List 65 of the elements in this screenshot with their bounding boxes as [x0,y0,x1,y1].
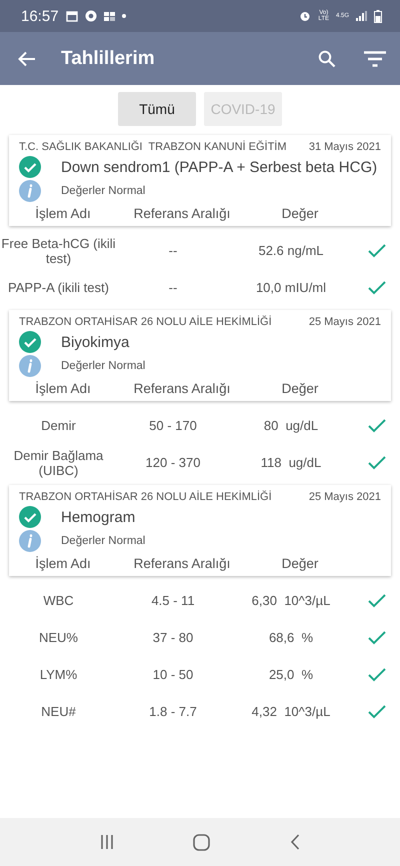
reference-range: -- [168,280,178,295]
signal-icon [356,11,367,21]
test-date: 31 Mayıs 2021 [308,141,381,153]
test-name: Free Beta-hCG (ikili test) [0,236,117,266]
column-header: İşlem Adı [34,556,92,571]
status-text: Değerler Normal [61,360,146,372]
filter-tab[interactable]: Tümü [118,92,196,126]
institution-name: TRABZON ORTAHİSAR 26 NOLU AİLE HEKİMLİĞİ [19,491,272,503]
test-card[interactable]: T.C. SAĞLIK BAKANLIĞI TRABZON KANUNİ EĞİTİM 31 Mayıs 2021 Down sendrom1 (PAPP-A + Serbest beta HCG) Değerler Normal İşlem Adı Referans Aralığı Değer [9,135,391,226]
test-title: Biyokimya [61,334,130,350]
test-name: Demir [40,418,77,433]
column-header: Değer [280,381,320,396]
test-name: Demir Bağlama (UIBC) [12,448,104,478]
battery-icon [374,10,382,22]
test-date: 25 Mayıs 2021 [308,316,381,328]
reference-range: 37 - 80 [152,630,194,645]
institution-name: T.C. SAĞLIK BAKANLIĞI TRABZON KANUNİ EĞİTİM [19,141,287,153]
reference-range: 10 - 50 [152,667,194,682]
filter-button[interactable] [364,50,386,66]
column-header: Değer [280,556,320,571]
home-button[interactable] [193,834,210,850]
test-name: NEU% [38,630,79,645]
alarm-icon [299,10,312,22]
page-title: Tahlillerim [61,48,156,70]
column-header: Referans Aralığı [132,381,232,396]
test-name: PAPP-A (ikili test) [7,280,110,295]
reference-range: 4.5 - 11 [150,593,196,608]
test-title: Hemogram [61,508,136,526]
test-value: 6,30 10^3/µL [250,593,332,608]
column-header: Değer [280,206,320,221]
column-header: İşlem Adı [34,206,92,221]
reference-range: -- [168,243,178,258]
test-date: 25 Mayıs 2021 [308,491,381,503]
test-card[interactable]: TRABZON ORTAHİSAR 26 NOLU AİLE HEKİMLİĞİ 25 Mayıs 2021 Hemogram Değerler Normal İşlem Adı Referans Aralığı Değer [9,485,391,576]
column-header: Referans Aralığı [132,206,232,221]
recent-apps-button[interactable] [100,835,114,849]
test-value: 25,0 % [268,667,314,682]
back-button[interactable] [18,50,36,66]
info-icon [19,530,41,552]
search-button[interactable] [318,50,336,68]
test-value: 4,32 10^3/µL [250,704,332,719]
status-text: Değerler Normal [61,535,146,547]
test-value: 68,6 % [268,630,314,645]
test-title: Down sendrom1 (PAPP-A + Serbest beta HCG) [61,158,378,176]
reference-range: 120 - 370 [144,455,202,470]
info-icon [19,355,41,377]
test-card[interactable]: TRABZON ORTAHİSAR 26 NOLU AİLE HEKİMLİĞİ 25 Mayıs 2021 Biyokimya Değerler Normal İşlem Adı Referans Aralığı Değer [9,310,391,401]
test-name: NEU# [40,704,77,719]
dot-icon [122,14,126,18]
test-value: 80 ug/dL [262,418,320,433]
status-text: Değerler Normal [61,185,146,197]
test-value: 10,0 mIU/ml [254,280,328,295]
reference-range: 1.8 - 7.7 [148,704,198,719]
back-nav-button[interactable] [290,834,300,850]
test-value: 118 ug/dL [260,455,322,470]
column-header: Referans Aralığı [132,556,232,571]
column-header: İşlem Adı [34,381,92,396]
institution-name: TRABZON ORTAHİSAR 26 NOLU AİLE HEKİMLİĞİ [19,316,272,328]
test-name: WBC [42,593,75,608]
calendar-icon [66,10,78,22]
info-icon [19,180,41,202]
reference-range: 50 - 170 [148,418,198,433]
test-name: LYM% [38,667,78,682]
status-time: 16:57 [21,8,59,24]
test-value: 52.6 ng/mL [257,243,325,258]
